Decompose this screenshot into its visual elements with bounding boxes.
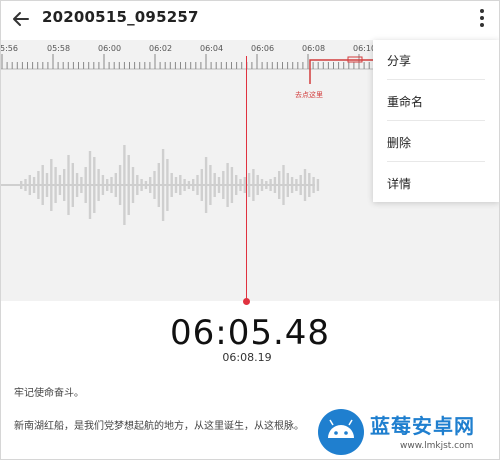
current-time: 06:05.48 (169, 313, 331, 353)
timeline-label: 06:02 (149, 44, 173, 53)
menu-item-share[interactable]: 分享 (387, 52, 411, 69)
menu-divider (387, 79, 485, 80)
menu-item-delete[interactable]: 删除 (387, 134, 411, 151)
timeline-label: 06:00 (98, 44, 122, 53)
recording-title: 20200515_095257 (42, 8, 199, 26)
note-line-1: 牢记使命奋斗。 (14, 388, 84, 399)
timeline-label: 06:04 (200, 44, 224, 53)
top-app-bar: 20200515_095257 (0, 0, 500, 40)
menu-item-rename[interactable]: 重命名 (387, 93, 423, 110)
timeline-label: 05:58 (47, 44, 71, 53)
timeline-label: 5:56 (0, 44, 18, 53)
note-line-2: 新南湖红船，是我们党梦想起航的地方，从这里诞生，从这根脉。 (14, 421, 304, 432)
android-logo-icon (318, 409, 364, 455)
annotation-label: 去点这里 (295, 91, 323, 99)
total-duration: 06:08.19 (222, 351, 272, 364)
menu-divider (387, 161, 485, 162)
playhead-line[interactable] (246, 56, 247, 302)
more-vertical-icon[interactable] (474, 8, 490, 32)
audio-waveform (0, 145, 320, 225)
watermark-url: www.lmkjst.com (400, 441, 474, 451)
menu-divider (387, 120, 485, 121)
watermark-title: 蓝莓安卓网 (370, 414, 475, 438)
playhead-handle[interactable] (243, 298, 250, 305)
back-arrow-icon[interactable] (8, 6, 34, 32)
timeline-label: 06:06 (251, 44, 275, 53)
menu-item-details[interactable]: 详情 (387, 175, 411, 192)
overflow-menu: 分享 重命名 删除 详情 (373, 40, 499, 202)
